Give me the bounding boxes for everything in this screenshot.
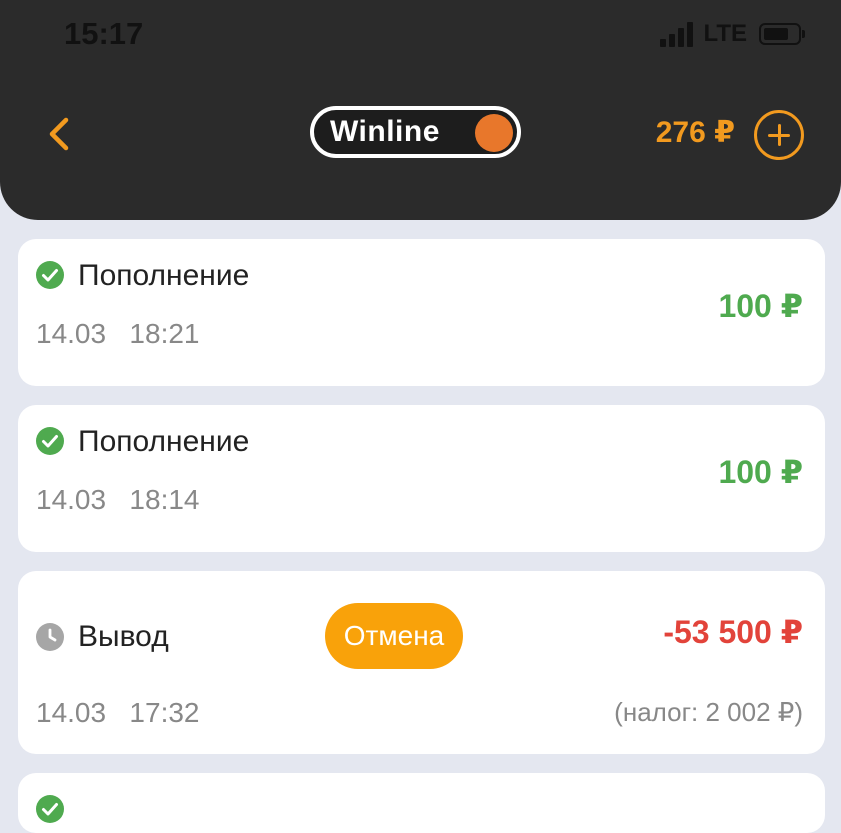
clock-icon	[36, 623, 64, 651]
transaction-title: Вывод	[78, 620, 169, 653]
transaction-time: 18:21	[129, 318, 200, 349]
status-indicators: LTE	[660, 20, 805, 48]
transaction-time: 18:14	[129, 484, 200, 515]
transaction-title: Пополнение	[78, 425, 250, 458]
transaction-card[interactable]: Пополнение 14.03 18:14 100 ₽	[18, 405, 825, 552]
check-circle-icon	[36, 427, 64, 455]
transaction-amount: 100 ₽	[718, 288, 803, 324]
transaction-time: 17:32	[129, 697, 200, 728]
transaction-datetime: 14.03 18:21	[36, 318, 200, 350]
tax-note: (налог: 2 002 ₽)	[614, 697, 803, 727]
transaction-card[interactable]: Пополнение 14.03 18:21 100 ₽	[18, 239, 825, 386]
winline-logo: Winline	[310, 106, 521, 158]
status-time: 15:17	[64, 16, 144, 51]
transaction-date: 14.03	[36, 318, 107, 349]
chevron-left-icon	[49, 117, 69, 151]
back-button[interactable]	[44, 114, 76, 154]
transaction-datetime: 14.03 18:14	[36, 484, 200, 516]
transaction-title: Пополнение	[78, 259, 250, 292]
transaction-amount: 100 ₽	[718, 454, 803, 490]
check-circle-icon	[36, 261, 64, 289]
logo-text: Winline	[330, 115, 440, 148]
transaction-card[interactable]	[18, 773, 825, 833]
signal-icon	[660, 21, 694, 47]
transaction-amount: -53 500 ₽	[663, 614, 803, 650]
logo-dot-icon	[475, 114, 513, 152]
transaction-card[interactable]: Вывод Отмена -53 500 ₽ 14.03 17:32 (нало…	[18, 571, 825, 754]
cancel-button[interactable]: Отмена	[325, 603, 463, 669]
balance-amount[interactable]: 276 ₽	[656, 115, 735, 150]
transaction-datetime: 14.03 17:32	[36, 697, 200, 729]
transaction-date: 14.03	[36, 484, 107, 515]
battery-icon	[759, 23, 805, 45]
check-circle-icon	[36, 795, 64, 823]
transaction-date: 14.03	[36, 697, 107, 728]
network-label: LTE	[703, 20, 747, 47]
deposit-plus-button[interactable]	[754, 110, 804, 160]
